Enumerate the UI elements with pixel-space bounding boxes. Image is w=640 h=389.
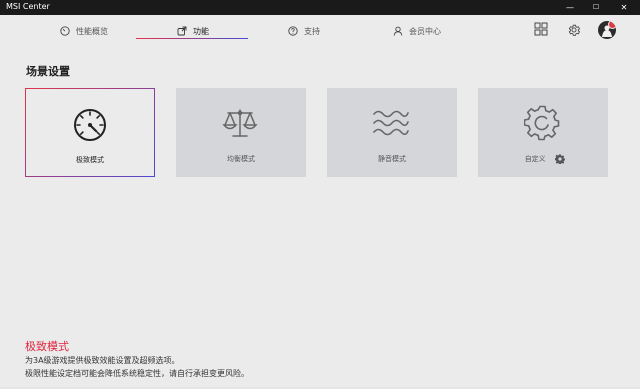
mode-card-extreme[interactable]: 极致模式: [25, 88, 155, 177]
external-box-icon: [177, 26, 187, 36]
gauge-icon: [60, 26, 70, 36]
custom-settings-icon[interactable]: [555, 154, 565, 164]
avatar-figure-icon: [602, 25, 612, 37]
mode-description: 极致模式 为3A级游戏提供极致效能设置及超频选项。 极限性能设定档可能会降低系统…: [25, 338, 249, 380]
tab-member-center[interactable]: 会员中心: [393, 20, 441, 42]
tab-performance-overview[interactable]: 性能概览: [60, 20, 108, 42]
mode-card-balanced[interactable]: 均衡模式: [176, 88, 306, 177]
gear-icon: [524, 105, 560, 141]
maximize-button[interactable]: ☐: [586, 0, 606, 15]
tab-support[interactable]: 支持: [288, 20, 320, 42]
mode-card-silent[interactable]: 静音模式: [327, 88, 457, 177]
active-tab-indicator: [136, 38, 248, 39]
tab-label: 功能: [193, 26, 209, 36]
question-circle-icon: [288, 26, 298, 36]
speedometer-icon: [74, 109, 106, 141]
grid-icon[interactable]: [534, 22, 548, 36]
section-title: 场景设置: [26, 65, 70, 78]
tab-label: 支持: [304, 26, 320, 36]
window-title: MSI Center: [6, 2, 50, 11]
tab-label: 性能概览: [76, 26, 108, 36]
settings-gear-icon[interactable]: [567, 23, 581, 37]
mode-label: 自定义: [524, 155, 546, 163]
description-line: 为3A级游戏提供极致效能设置及超频选项。: [25, 356, 180, 365]
minimize-button[interactable]: —: [560, 0, 580, 15]
description-title: 极致模式: [25, 340, 69, 353]
waves-icon: [373, 110, 409, 136]
avatar[interactable]: [598, 21, 616, 39]
mode-label: 静音模式: [378, 155, 406, 163]
tab-label: 会员中心: [409, 26, 441, 36]
user-icon: [393, 26, 403, 36]
title-bar: MSI Center — ☐ ✕: [0, 0, 640, 15]
balance-scale-icon: [222, 109, 258, 137]
description-warning: 极限性能设定档可能会降低系统稳定性，请自行承担变更风险。: [25, 369, 249, 378]
mode-label: 均衡模式: [227, 155, 255, 163]
mode-card-custom[interactable]: 自定义: [478, 88, 608, 177]
mode-label: 极致模式: [76, 156, 104, 164]
close-button[interactable]: ✕: [614, 0, 634, 15]
